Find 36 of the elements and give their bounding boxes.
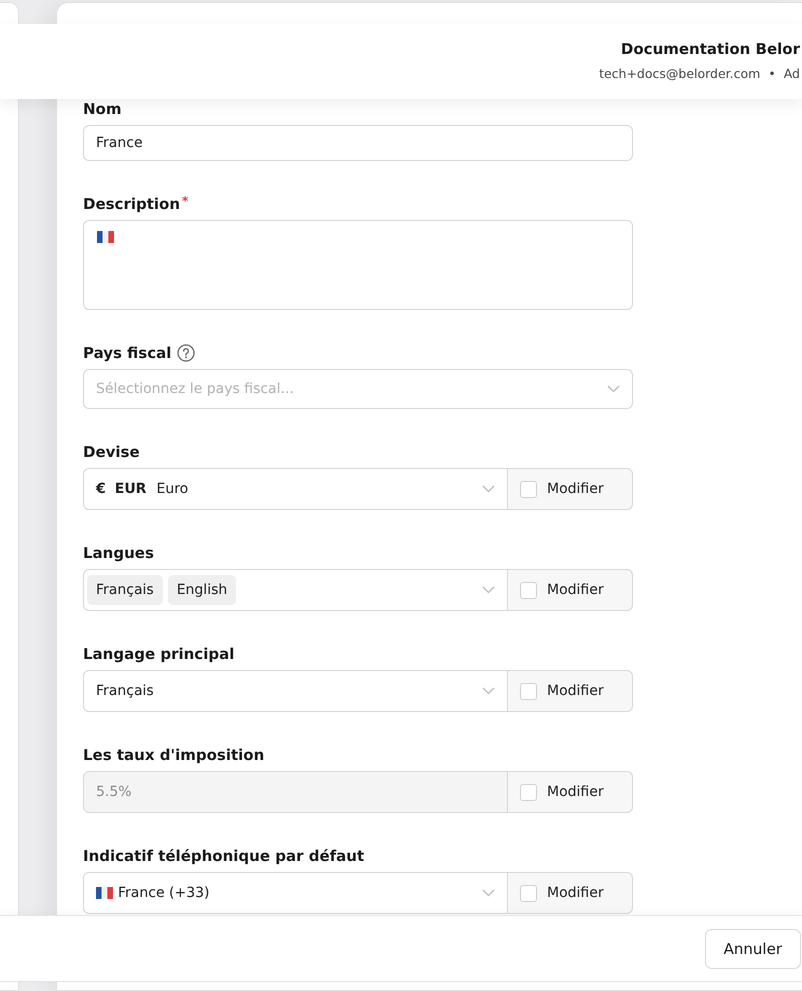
required-mark: * [182,195,188,207]
chevron-down-icon [482,687,495,695]
checkbox[interactable] [520,480,537,498]
field-label: Langues [83,544,154,562]
field-label: Langage principal [83,645,234,663]
help-icon[interactable] [177,344,196,362]
cancel-button[interactable]: Annuler [704,928,801,968]
multi-select-field[interactable]: Français English [83,569,508,611]
field-label: Pays fiscal [83,344,172,362]
checkbox-option[interactable]: Modifier [508,670,633,712]
chevron-down-icon [482,485,495,493]
user-role: Ad [784,66,800,82]
chevron-down-icon [607,385,620,393]
user-email: tech+docs@belorder.com [599,66,760,82]
language-tag: English [168,575,236,605]
language-tag: Français [87,575,163,605]
checkbox-option[interactable]: Modifier [508,569,633,611]
separator: • [768,66,776,82]
chevron-down-icon [482,889,495,897]
field-label: Les taux d'imposition [83,746,264,764]
workspace-name: Documentation Belor [620,40,800,58]
checkbox-option[interactable]: Modifier [508,872,633,914]
chevron-down-icon [482,586,495,594]
field-label: Description [83,195,180,213]
checkbox[interactable] [520,582,537,598]
textarea-field[interactable] [83,220,633,310]
checkbox[interactable] [520,884,537,902]
field-label: Nom [83,100,122,118]
checkbox[interactable] [520,682,537,700]
field-label: Devise [83,443,140,461]
checkbox-option[interactable]: Modifier [508,468,633,510]
text-input[interactable]: France [83,125,633,161]
select-field[interactable]: € EUR Euro [83,468,508,510]
select-field[interactable]: France (+33) [83,872,508,914]
select-field[interactable]: Français [83,670,508,712]
field-label: Indicatif téléphonique par défaut [83,847,364,865]
